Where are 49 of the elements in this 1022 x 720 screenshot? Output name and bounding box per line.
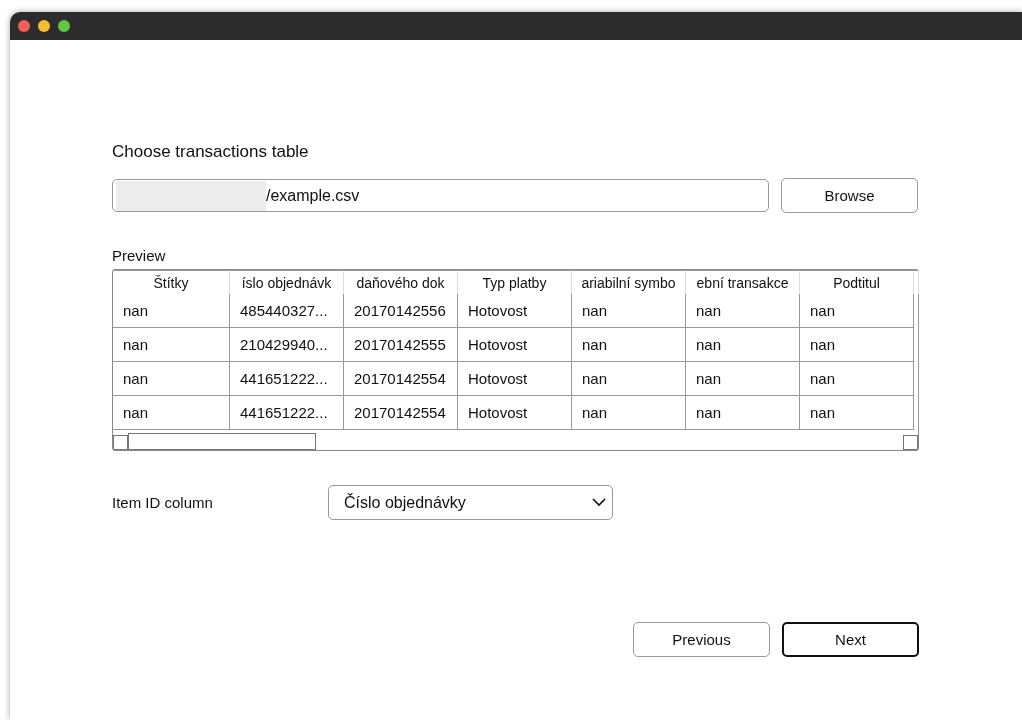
table-cell: nan [800, 362, 914, 396]
table-cell: nan [572, 396, 686, 430]
column-header[interactable]: daňového dok [344, 270, 458, 294]
close-icon[interactable] [18, 20, 30, 32]
table-cell: 485440327... [230, 294, 344, 328]
table-cell: nan [572, 328, 686, 362]
item-id-label: Item ID column [112, 494, 214, 511]
table-cell: 441651222... [230, 362, 344, 396]
table-cell: 20170142554 [344, 362, 458, 396]
table-cell: nan [686, 294, 800, 328]
table-cell: nan [572, 294, 686, 328]
nav-button[interactable]: Previous [633, 622, 770, 657]
table-cell: Hotovost [458, 362, 572, 396]
table-cell: nan [800, 396, 914, 430]
table-cell: 441651222... [230, 396, 344, 430]
table-cell: nan [113, 294, 230, 328]
table-cell: 20170142556 [344, 294, 458, 328]
table-cell: 210429940... [230, 328, 344, 362]
scrollbar-thumb[interactable] [128, 433, 316, 450]
table-cell: nan [800, 328, 914, 362]
column-header[interactable]: Typ platby [458, 270, 572, 294]
column-header[interactable]: íslo objednávk [230, 270, 344, 294]
table-cell: 20170142555 [344, 328, 458, 362]
table-cell: nan [686, 396, 800, 430]
zoom-icon[interactable] [58, 20, 70, 32]
table-cell: nan [686, 362, 800, 396]
column-header[interactable]: ariabilní symbo [572, 270, 686, 294]
section-heading: Choose transactions table [112, 142, 310, 162]
table-cell: 20170142554 [344, 396, 458, 430]
item-id-dropdown[interactable]: Číslo objednávky [328, 485, 613, 520]
table-cell: nan [113, 396, 230, 430]
column-header[interactable]: Podtitul [800, 270, 914, 294]
minimize-icon[interactable] [38, 20, 50, 32]
nav-button[interactable]: Next [782, 622, 919, 657]
table-cell: Hotovost [458, 294, 572, 328]
table-cell: nan [113, 328, 230, 362]
table-cell: nan [113, 362, 230, 396]
column-header[interactable]: Štítky [113, 270, 230, 294]
browse-button[interactable]: Browse [781, 178, 918, 213]
table-cell: nan [800, 294, 914, 328]
table-cell: Hotovost [458, 328, 572, 362]
column-header[interactable]: ební transakce [686, 270, 800, 294]
table-cell: nan [572, 362, 686, 396]
preview-label: Preview [112, 247, 167, 264]
file-path-field[interactable]: /example.csv [112, 179, 769, 212]
chevron-down-icon [592, 498, 606, 507]
horizontal-scrollbar[interactable] [113, 430, 918, 450]
table-cell: nan [686, 328, 800, 362]
table-cell: Hotovost [458, 396, 572, 430]
